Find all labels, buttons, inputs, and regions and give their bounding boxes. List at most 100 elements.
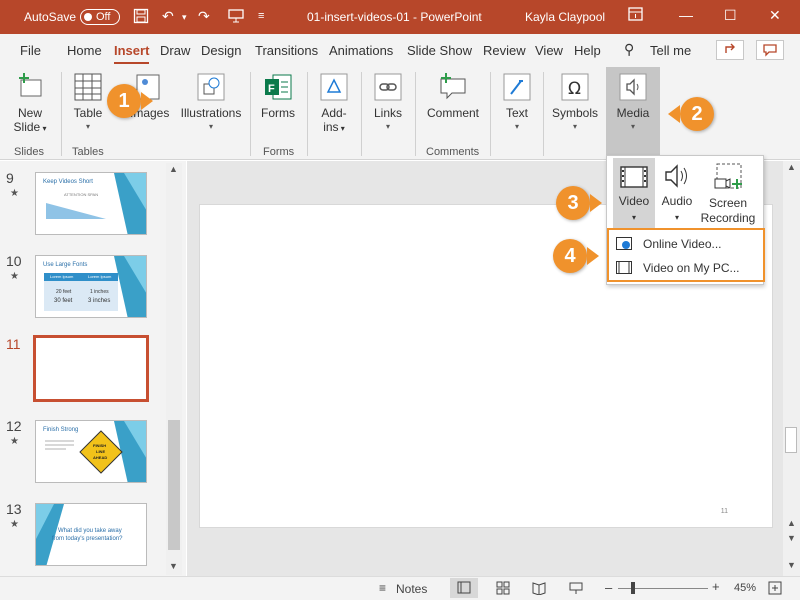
- zoom-out-icon[interactable]: –: [605, 580, 612, 595]
- canvas-scrollbar[interactable]: ▲ ▲ ▼ ▼: [783, 161, 800, 576]
- notes-icon[interactable]: ≡: [379, 581, 386, 595]
- text-button[interactable]: Text ▾: [500, 72, 534, 134]
- comments-button[interactable]: [756, 40, 784, 60]
- maximize-icon[interactable]: ☐: [724, 7, 737, 24]
- thumb-12-sign: LINE: [96, 449, 106, 454]
- forms-label: Forms: [261, 106, 295, 120]
- screen-recording-icon: [714, 163, 742, 189]
- redo-icon[interactable]: ↷: [198, 8, 210, 25]
- tab-file[interactable]: File: [20, 43, 41, 58]
- new-slide-icon: [19, 73, 42, 97]
- group-forms: Forms: [263, 146, 295, 158]
- text-label: Text: [505, 106, 528, 120]
- ribbon-display-icon[interactable]: [628, 7, 643, 24]
- media-button[interactable]: Media ▾: [610, 72, 656, 134]
- screen-recording-button[interactable]: Screen Recording: [697, 162, 759, 226]
- video-button[interactable]: Video ▾: [615, 164, 653, 225]
- zoom-level[interactable]: 45%: [734, 582, 756, 594]
- illustrations-button[interactable]: Illustrations ▾: [178, 72, 244, 134]
- undo-icon[interactable]: ↶: [162, 8, 174, 25]
- screen-recording-label-2: Recording: [700, 211, 756, 225]
- scroll-thumb[interactable]: [785, 427, 797, 453]
- text-icon: [503, 73, 531, 101]
- link-icon: [374, 73, 402, 101]
- tab-view[interactable]: View: [535, 43, 563, 58]
- audio-button[interactable]: Audio ▾: [657, 162, 697, 225]
- fit-to-window-icon[interactable]: [768, 581, 782, 595]
- presentation-icon[interactable]: [228, 8, 244, 27]
- forms-button[interactable]: F Forms: [258, 72, 298, 120]
- slide-number-13: 13: [6, 501, 22, 517]
- slide-animation-star-icon: ★: [10, 188, 19, 199]
- save-icon[interactable]: [133, 8, 149, 27]
- scroll-thumb[interactable]: [168, 420, 180, 550]
- share-button[interactable]: [716, 40, 744, 60]
- slide-sorter-icon[interactable]: [496, 581, 510, 595]
- forms-icon: F: [265, 74, 292, 100]
- thumb-9-caption: ATTENTION SPAN: [64, 192, 99, 197]
- scroll-up-icon[interactable]: ▲: [169, 164, 178, 174]
- group-slides: Slides: [14, 146, 44, 158]
- zoom-slider-thumb[interactable]: [631, 582, 635, 594]
- comment-button[interactable]: Comment: [424, 72, 482, 120]
- film-icon: [620, 166, 648, 188]
- tab-insert[interactable]: Insert: [114, 43, 150, 64]
- audio-label: Audio: [661, 194, 693, 208]
- minimize-icon[interactable]: —: [679, 7, 693, 23]
- slide-thumbnail-11-selected[interactable]: [33, 335, 149, 402]
- slide-show-icon[interactable]: [569, 581, 583, 595]
- autosave-toggle[interactable]: Off: [80, 9, 120, 25]
- toggle-knob: [84, 13, 92, 21]
- slide-thumbnail-13[interactable]: What did you take away from today's pres…: [35, 503, 147, 566]
- tab-design[interactable]: Design: [201, 43, 241, 58]
- new-slide-button[interactable]: New Slide ▾: [8, 72, 52, 136]
- thumb-12-sign: AHEAD: [93, 455, 108, 460]
- scroll-down-icon[interactable]: ▼: [787, 560, 796, 570]
- screen-recording-label-1: Screen: [708, 196, 748, 210]
- new-slide-label-1: New: [17, 106, 42, 120]
- addins-button[interactable]: Add- ins ▾: [316, 72, 352, 136]
- thumb-9-title: Keep Videos Short: [43, 179, 93, 185]
- tab-help[interactable]: Help: [574, 43, 601, 58]
- autosave-state: Off: [96, 11, 111, 23]
- media-label: Media: [616, 106, 650, 120]
- normal-view-icon[interactable]: [457, 581, 471, 595]
- tell-me-search[interactable]: Tell me: [650, 43, 691, 58]
- scroll-down-icon[interactable]: ▼: [169, 561, 178, 571]
- comment-icon: [440, 73, 466, 100]
- previous-slide-icon[interactable]: ▲: [787, 518, 796, 528]
- table-button[interactable]: Table ▾: [68, 72, 108, 134]
- slide-thumbnail-9[interactable]: Keep Videos Short ATTENTION SPAN: [35, 172, 147, 235]
- addins-icon: [320, 73, 348, 101]
- symbols-icon: Ω: [561, 73, 589, 101]
- menu-bar: File Home Insert Draw Design Transitions…: [0, 34, 800, 66]
- notes-button[interactable]: Notes: [396, 582, 427, 596]
- autosave-label: AutoSave: [24, 10, 77, 24]
- tab-slide-show[interactable]: Slide Show: [407, 43, 472, 58]
- close-icon[interactable]: ✕: [769, 7, 781, 24]
- tab-animations[interactable]: Animations: [329, 43, 393, 58]
- links-button[interactable]: Links ▾: [370, 72, 406, 134]
- table-label: Table: [73, 106, 103, 120]
- search-icon[interactable]: ⚲: [624, 41, 634, 58]
- tab-draw[interactable]: Draw: [160, 43, 190, 58]
- tab-review[interactable]: Review: [483, 43, 526, 58]
- next-slide-icon[interactable]: ▼: [787, 533, 796, 543]
- symbols-button[interactable]: Ω Symbols ▾: [550, 72, 600, 134]
- tab-home[interactable]: Home: [67, 43, 102, 58]
- zoom-in-icon[interactable]: +: [712, 579, 720, 594]
- slide-animation-star-icon: ★: [10, 436, 19, 447]
- group-tables: Tables: [72, 146, 104, 158]
- thumb-10-cell: 3 inches: [88, 298, 111, 304]
- customize-toolbar-icon[interactable]: ≡: [258, 10, 264, 22]
- addins-label-1: Add-: [321, 106, 347, 120]
- slide-thumbnail-12[interactable]: Finish Strong FINISH LINE AHEAD: [35, 420, 147, 483]
- scroll-up-icon[interactable]: ▲: [787, 162, 796, 172]
- undo-dropdown-icon[interactable]: ▾: [182, 12, 187, 23]
- user-name[interactable]: Kayla Claypool: [525, 10, 605, 24]
- slide-thumbnail-10[interactable]: Use Large Fonts Lorem Ipsum Lorem Ipsum …: [35, 255, 147, 318]
- reading-view-icon[interactable]: [532, 581, 546, 595]
- tab-transitions[interactable]: Transitions: [255, 43, 318, 58]
- callout-arrow-1: [141, 92, 153, 110]
- slides-panel-scrollbar[interactable]: ▲ ▼: [166, 163, 182, 575]
